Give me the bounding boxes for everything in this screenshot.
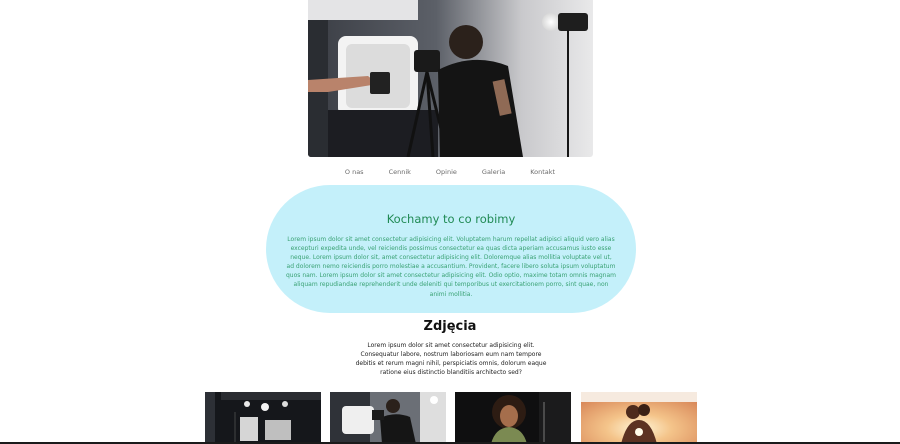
nav-link-galeria[interactable]: Galeria (469, 168, 517, 177)
about-text: Lorem ipsum dolor sit amet consectetur a… (286, 236, 616, 298)
main-nav: O nas Cennik Opinie Galeria Kontakt (0, 168, 900, 177)
nav-link-opinie[interactable]: Opinie (423, 168, 469, 177)
gallery-photo-portrait[interactable] (455, 392, 571, 444)
page: O nas Cennik Opinie Galeria Kontakt Koch… (0, 0, 900, 444)
nav-link-cennik[interactable]: Cennik (376, 168, 423, 177)
gallery-photo-couple-sunset[interactable] (581, 392, 697, 444)
about-section: Kochamy to co robimy Lorem ipsum dolor s… (266, 185, 636, 313)
hero-photo-studio-image (308, 0, 593, 157)
nav-link-kontakt[interactable]: Kontakt (518, 168, 568, 177)
nav-link-o-nas[interactable]: O nas (332, 168, 376, 177)
gallery-photo-photographer[interactable] (330, 392, 446, 444)
gallery-photo-studio-lights[interactable] (205, 392, 321, 444)
photos-title: Zdjęcia (423, 319, 477, 334)
about-title: Kochamy to co robimy (386, 212, 516, 226)
photos-text: Lorem ipsum dolor sit amet consectetur a… (355, 342, 547, 377)
photo-gallery (205, 392, 697, 444)
